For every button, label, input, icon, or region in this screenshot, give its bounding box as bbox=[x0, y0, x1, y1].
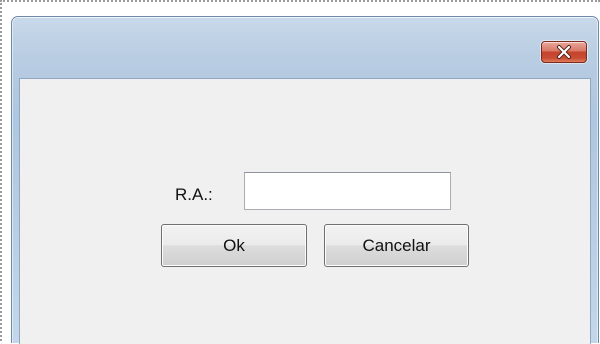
ra-label: R.A.: bbox=[175, 185, 213, 204]
close-button[interactable] bbox=[541, 41, 587, 63]
close-icon bbox=[542, 42, 586, 62]
dialog-window: R.A.: Ok Cancelar bbox=[11, 16, 599, 344]
ra-input[interactable] bbox=[244, 172, 451, 210]
dialog-content: R.A.: Ok Cancelar bbox=[19, 78, 591, 344]
screenshot-area: R.A.: Ok Cancelar bbox=[0, 0, 600, 344]
cancel-button[interactable]: Cancelar bbox=[324, 224, 469, 267]
ok-button[interactable]: Ok bbox=[161, 224, 307, 267]
title-bar[interactable] bbox=[12, 17, 598, 78]
